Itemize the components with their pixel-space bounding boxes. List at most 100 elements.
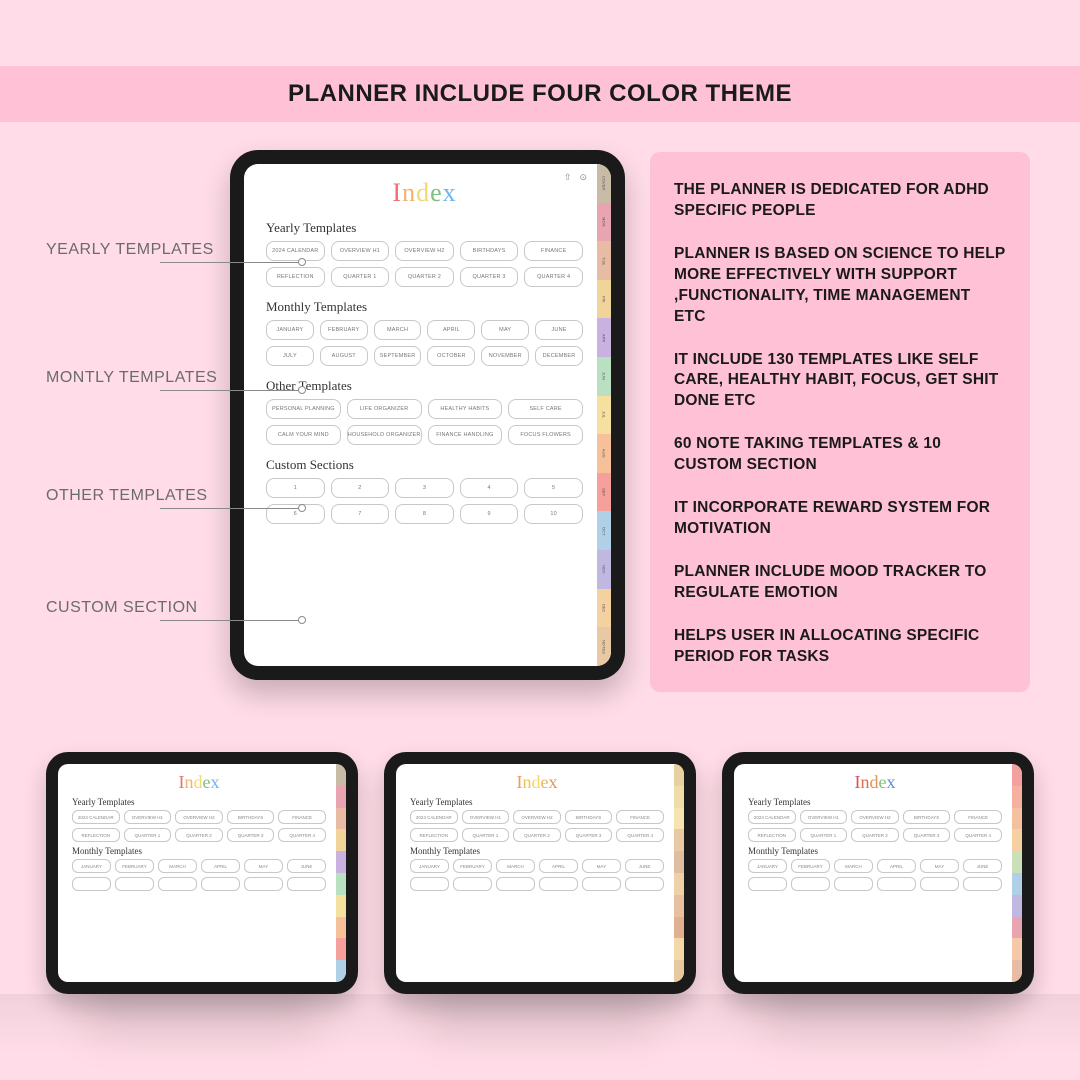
- side-tab-small[interactable]: [1012, 938, 1022, 960]
- side-tab-small[interactable]: [674, 873, 684, 895]
- pill[interactable]: QUARTER 2: [395, 267, 454, 287]
- pill[interactable]: FEBRUARY: [320, 320, 368, 340]
- sm-pill[interactable]: [158, 877, 197, 891]
- side-tab[interactable]: APR: [597, 318, 611, 357]
- side-tab[interactable]: TUE: [597, 241, 611, 280]
- pill[interactable]: APRIL: [427, 320, 475, 340]
- sm-pill[interactable]: REFLECTION: [410, 828, 458, 842]
- pill[interactable]: OVERVIEW H1: [331, 241, 390, 261]
- side-tab-small[interactable]: [1012, 808, 1022, 830]
- pill[interactable]: AUGUST: [320, 346, 368, 366]
- sm-pill[interactable]: QUARTER 1: [124, 828, 172, 842]
- sm-pill[interactable]: [72, 877, 111, 891]
- side-tab-small[interactable]: [336, 808, 346, 830]
- pill[interactable]: MARCH: [374, 320, 422, 340]
- pill[interactable]: 4: [460, 478, 519, 498]
- sm-pill[interactable]: FINANCE: [278, 810, 326, 824]
- sm-pill[interactable]: JANUARY: [72, 859, 111, 873]
- side-tab-small[interactable]: [674, 808, 684, 830]
- sm-pill[interactable]: [201, 877, 240, 891]
- sm-pill[interactable]: 2024 CALENDAR: [72, 810, 120, 824]
- side-tab-small[interactable]: [1012, 829, 1022, 851]
- pill[interactable]: FINANCE: [524, 241, 583, 261]
- pill[interactable]: JANUARY: [266, 320, 314, 340]
- pill[interactable]: FOCUS FLOWERS: [508, 425, 583, 445]
- sm-pill[interactable]: QUARTER 2: [513, 828, 561, 842]
- sm-pill[interactable]: JUNE: [287, 859, 326, 873]
- sm-pill[interactable]: 2024 CALENDAR: [410, 810, 458, 824]
- sm-pill[interactable]: JUNE: [963, 859, 1002, 873]
- pill[interactable]: HOUSEHOLD ORGANIZER: [347, 425, 422, 445]
- sm-pill[interactable]: JUNE: [625, 859, 664, 873]
- sm-pill[interactable]: OVERVIEW H1: [800, 810, 848, 824]
- side-tab-small[interactable]: [336, 960, 346, 982]
- pill[interactable]: 10: [524, 504, 583, 524]
- sm-pill[interactable]: [834, 877, 873, 891]
- side-tab[interactable]: AUG: [597, 434, 611, 473]
- sm-pill[interactable]: QUARTER 2: [851, 828, 899, 842]
- sm-pill[interactable]: [582, 877, 621, 891]
- side-tab-small[interactable]: [336, 917, 346, 939]
- side-tab[interactable]: JUN: [597, 357, 611, 396]
- pill[interactable]: QUARTER 3: [460, 267, 519, 287]
- pill[interactable]: CALM YOUR MIND: [266, 425, 341, 445]
- side-tab-small[interactable]: [674, 960, 684, 982]
- sm-pill[interactable]: QUARTER 1: [800, 828, 848, 842]
- sm-pill[interactable]: APRIL: [539, 859, 578, 873]
- sm-pill[interactable]: QUARTER 3: [227, 828, 275, 842]
- side-tab-small[interactable]: [336, 938, 346, 960]
- sm-pill[interactable]: FEBRUARY: [791, 859, 830, 873]
- sm-pill[interactable]: [791, 877, 830, 891]
- side-tab-small[interactable]: [674, 829, 684, 851]
- pill[interactable]: JUNE: [535, 320, 583, 340]
- side-tab[interactable]: DEC: [597, 589, 611, 628]
- sm-pill[interactable]: FEBRUARY: [115, 859, 154, 873]
- side-tab-small[interactable]: [1012, 895, 1022, 917]
- pill[interactable]: MAY: [481, 320, 529, 340]
- sm-pill[interactable]: MAY: [920, 859, 959, 873]
- sm-pill[interactable]: REFLECTION: [72, 828, 120, 842]
- pill[interactable]: PERSONAL PLANNING: [266, 399, 341, 419]
- side-tab-small[interactable]: [336, 829, 346, 851]
- side-tab-small[interactable]: [1012, 786, 1022, 808]
- side-tab-small[interactable]: [1012, 960, 1022, 982]
- sm-pill[interactable]: [244, 877, 283, 891]
- sm-pill[interactable]: [963, 877, 1002, 891]
- sm-pill[interactable]: QUARTER 3: [903, 828, 951, 842]
- sm-pill[interactable]: OVERVIEW H1: [462, 810, 510, 824]
- sm-pill[interactable]: OVERVIEW H2: [851, 810, 899, 824]
- sm-pill[interactable]: QUARTER 3: [565, 828, 613, 842]
- sm-pill[interactable]: BIRTHDAYS: [227, 810, 275, 824]
- sm-pill[interactable]: [410, 877, 449, 891]
- sm-pill[interactable]: FINANCE: [616, 810, 664, 824]
- sm-pill[interactable]: JANUARY: [748, 859, 787, 873]
- pill[interactable]: BIRTHDAYS: [460, 241, 519, 261]
- side-tab-small[interactable]: [336, 851, 346, 873]
- sm-pill[interactable]: APRIL: [201, 859, 240, 873]
- side-tab-small[interactable]: [674, 851, 684, 873]
- pill[interactable]: 5: [524, 478, 583, 498]
- pill[interactable]: OCTOBER: [427, 346, 475, 366]
- sm-pill[interactable]: REFLECTION: [748, 828, 796, 842]
- side-tab-small[interactable]: [336, 895, 346, 917]
- sm-pill[interactable]: [287, 877, 326, 891]
- pill[interactable]: 9: [460, 504, 519, 524]
- sm-pill[interactable]: OVERVIEW H2: [513, 810, 561, 824]
- side-tab-small[interactable]: [1012, 764, 1022, 786]
- pill[interactable]: QUARTER 4: [524, 267, 583, 287]
- pill[interactable]: NOVEMBER: [481, 346, 529, 366]
- pill[interactable]: 2024 CALENDAR: [266, 241, 325, 261]
- pill[interactable]: SELF CARE: [508, 399, 583, 419]
- side-tab-small[interactable]: [1012, 873, 1022, 895]
- sm-pill[interactable]: [748, 877, 787, 891]
- sm-pill[interactable]: QUARTER 4: [954, 828, 1002, 842]
- sm-pill[interactable]: OVERVIEW H1: [124, 810, 172, 824]
- pill[interactable]: 8: [395, 504, 454, 524]
- sm-pill[interactable]: [453, 877, 492, 891]
- sm-pill[interactable]: BIRTHDAYS: [565, 810, 613, 824]
- sm-pill[interactable]: [625, 877, 664, 891]
- sm-pill[interactable]: OVERVIEW H2: [175, 810, 223, 824]
- side-tab[interactable]: COVER: [597, 164, 611, 203]
- sm-pill[interactable]: JANUARY: [410, 859, 449, 873]
- sm-pill[interactable]: MARCH: [158, 859, 197, 873]
